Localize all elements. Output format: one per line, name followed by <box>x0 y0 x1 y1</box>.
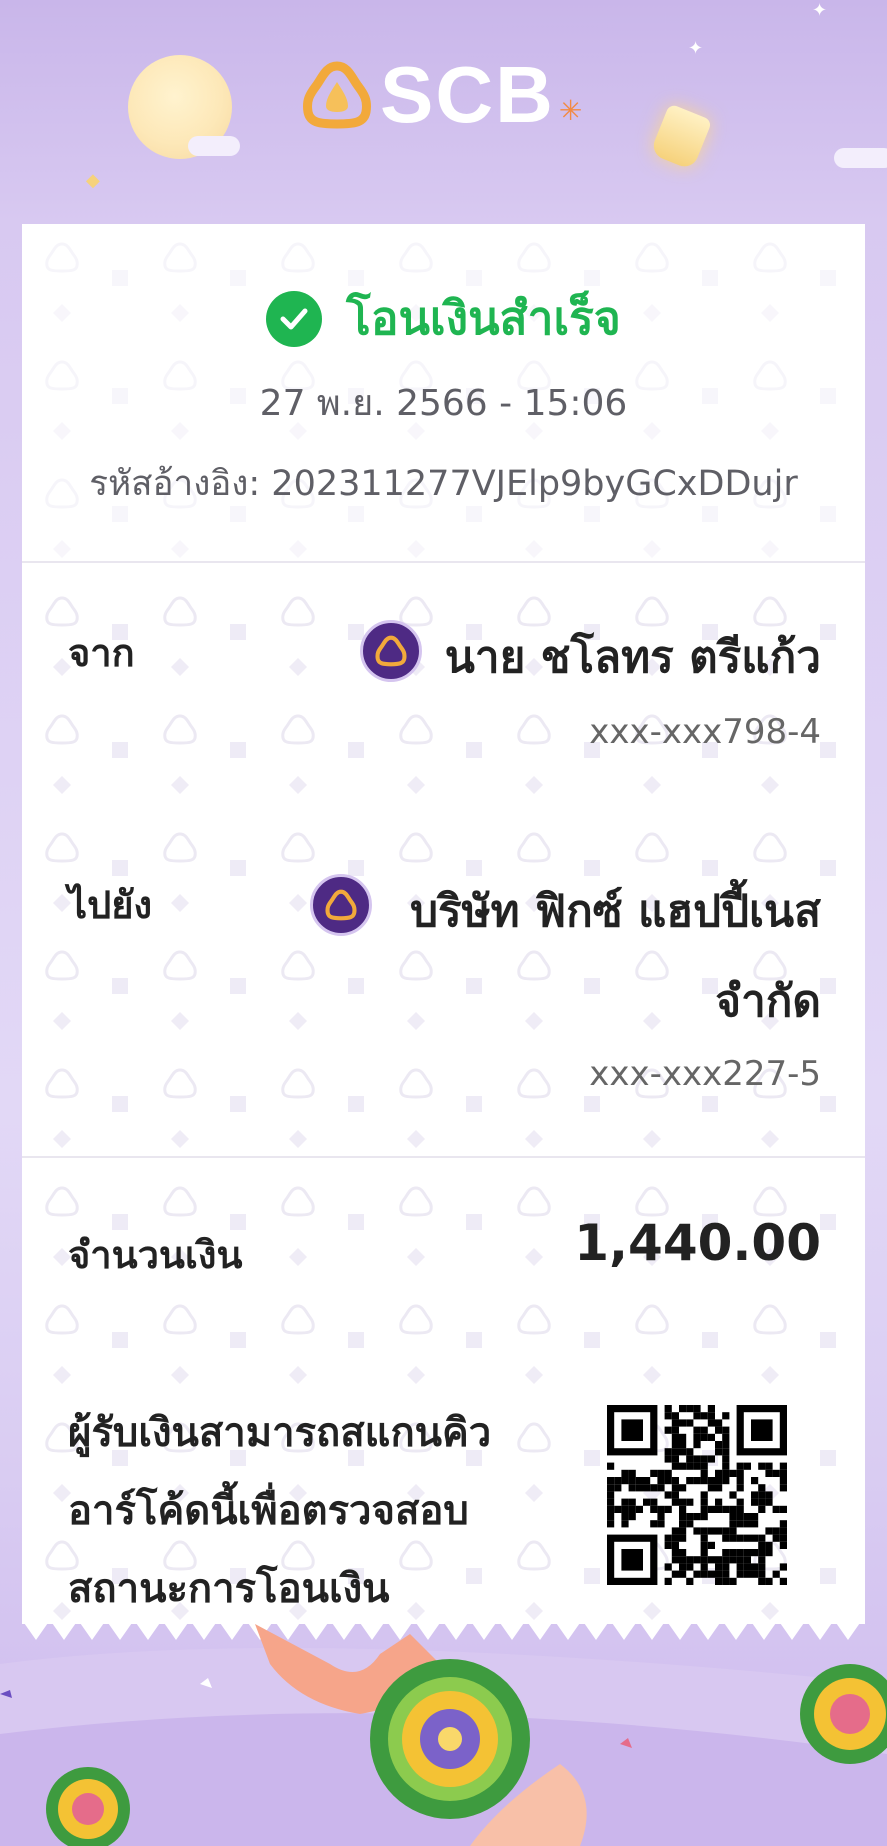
sparkle-icon: ◆ <box>86 170 100 191</box>
scb-logo: SCB ✳ <box>302 50 583 139</box>
amount-label: จำนวนเงิน <box>68 1233 243 1277</box>
from-label: จาก <box>68 631 135 675</box>
krathong-decoration <box>0 1624 887 1846</box>
qr-note-line2: อาร์โค้ดนี้เพื่อตรวจสอบ <box>68 1488 469 1534</box>
bank-icon <box>310 874 372 936</box>
lantern-decoration <box>649 103 713 171</box>
recipient-name-line1: บริษัท ฟิกซ์ แฮปปี้เนส <box>410 886 821 937</box>
recipient-name-line2: จำกัด <box>715 976 821 1027</box>
to-label: ไปยัง <box>68 883 153 927</box>
receipt-card: โอนเงินสำเร็จ 27 พ.ย. 2566 - 15:06 รหัสอ… <box>22 224 865 1624</box>
recipient-account: xxx-xxx227-5 <box>589 1054 821 1094</box>
brand-name: SCB <box>380 50 555 139</box>
divider <box>22 1156 865 1158</box>
cloud-decoration <box>834 148 887 168</box>
sender-account: xxx-xxx798-4 <box>589 712 821 752</box>
amount-value: 1,440.00 <box>574 1214 821 1272</box>
qr-note-line3: สถานะการโอนเงิน <box>68 1566 390 1612</box>
sparkle-icon: ✦ <box>688 38 704 59</box>
cloud-decoration <box>188 136 240 156</box>
qr-code[interactable] <box>607 1405 787 1585</box>
qr-note-line1: ผู้รับเงินสามารถสแกนคิว <box>68 1410 492 1456</box>
transaction-datetime: 27 พ.ย. 2566 - 15:06 <box>259 383 628 424</box>
sparkle-icon: ✦ <box>812 0 828 21</box>
status-text: โอนเงินสำเร็จ <box>346 291 621 345</box>
transaction-reference: รหัสอ้างอิง: 202311277VJElp9byGCxDDujr <box>89 464 798 504</box>
divider <box>22 561 865 563</box>
transfer-status: โอนเงินสำเร็จ <box>22 282 865 355</box>
bank-icon <box>360 620 422 682</box>
brand-star-icon: ✳ <box>558 93 583 127</box>
success-check-icon <box>266 290 323 347</box>
sender-name: นาย ชโลทร ตรีแก้ว <box>444 632 821 683</box>
qr-note: ผู้รับเงินสามารถสแกนคิว อาร์โค้ดนี้เพื่อ… <box>68 1394 548 1624</box>
scb-logo-icon <box>303 61 371 129</box>
